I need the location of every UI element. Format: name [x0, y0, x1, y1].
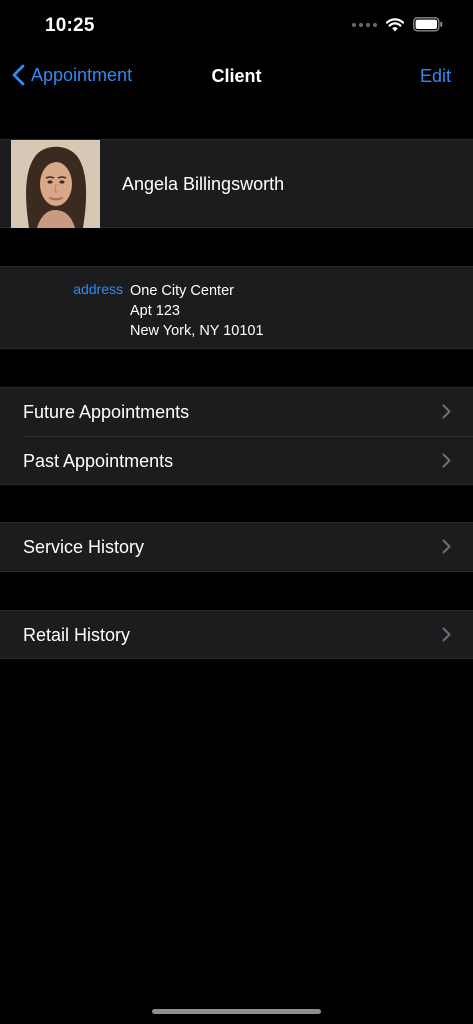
appointments-group: Future Appointments Past Appointments [0, 387, 473, 485]
home-indicator[interactable] [152, 1009, 321, 1014]
future-appointments-label: Future Appointments [23, 402, 190, 422]
status-bar: 10:25 [0, 0, 473, 54]
client-name: Angela Billingsworth [122, 174, 285, 194]
wifi-icon [386, 17, 404, 31]
status-icons [352, 17, 443, 32]
service-history-group: Service History [0, 522, 473, 572]
retail-history-row[interactable]: Retail History [0, 611, 473, 659]
address-cell[interactable]: address One City Center Apt 123 New York… [0, 266, 473, 349]
retail-history-label: Retail History [23, 625, 131, 645]
client-profile-cell: Angela Billingsworth [0, 139, 473, 228]
client-avatar [11, 140, 100, 228]
address-value: One City Center Apt 123 New York, NY 101… [130, 281, 264, 341]
address-line-1: One City Center [130, 283, 234, 299]
service-history-row[interactable]: Service History [0, 523, 473, 571]
past-appointments-row[interactable]: Past Appointments [0, 437, 473, 485]
edit-button[interactable]: Edit [420, 66, 451, 87]
future-appointments-row[interactable]: Future Appointments [0, 388, 473, 436]
status-time: 10:25 [45, 15, 95, 36]
chevron-right-icon [442, 627, 451, 642]
retail-history-group: Retail History [0, 610, 473, 659]
navigation-bar: Appointment Client Edit [0, 54, 473, 100]
past-appointments-label: Past Appointments [23, 451, 174, 471]
chevron-right-icon [442, 539, 451, 554]
signal-icon [352, 22, 377, 27]
address-label: address [73, 281, 123, 297]
battery-icon [413, 17, 443, 32]
service-history-label: Service History [23, 537, 145, 557]
address-line-2: Apt 123 [130, 303, 180, 319]
chevron-right-icon [442, 404, 451, 419]
page-title: Client [211, 66, 262, 86]
chevron-right-icon [442, 453, 451, 468]
address-line-3: New York, NY 10101 [130, 323, 264, 339]
